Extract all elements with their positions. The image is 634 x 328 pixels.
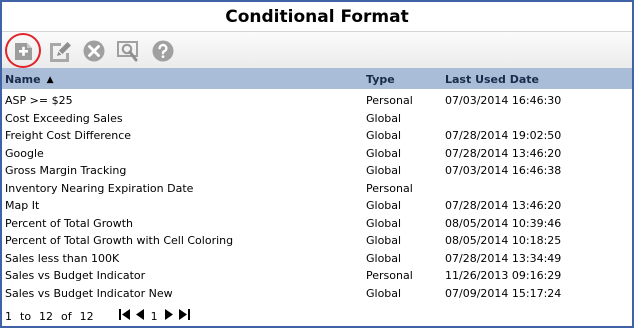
table-row[interactable]: Cost Exceeding Sales Global (2, 110, 632, 128)
table-body: ASP >= $25 Personal 07/03/2014 16:46:30 … (2, 92, 632, 302)
table-row[interactable]: Sales vs Budget Indicator New Global 07/… (2, 285, 632, 303)
table-row[interactable]: Percent of Total Growth with Cell Colori… (2, 232, 632, 250)
table-row[interactable]: Sales less than 100K Global 07/28/2014 1… (2, 250, 632, 268)
pagination: 1 to 12 of 12 1 (5, 308, 193, 324)
first-page-icon[interactable] (118, 309, 130, 323)
column-header-name[interactable]: Name ▲ (5, 73, 53, 86)
cell-name: Sales vs Budget Indicator (5, 269, 146, 282)
cell-name: Freight Cost Difference (5, 129, 132, 142)
window-title: Conditional Format (225, 7, 409, 27)
delete-button[interactable] (81, 38, 107, 64)
cell-type: Global (366, 251, 402, 265)
cell-name: ASP >= $25 (5, 94, 73, 107)
cell-name: Inventory Nearing Expiration Date (5, 181, 194, 195)
table-row[interactable]: Percent of Total Growth Global 08/05/201… (2, 215, 632, 233)
edit-button[interactable] (47, 38, 73, 64)
cell-last-used-date: 07/28/2014 19:02:50 (445, 129, 562, 142)
cell-type: Global (366, 146, 402, 160)
cell-type: Global (366, 111, 402, 125)
previous-page-icon[interactable] (135, 309, 144, 323)
cell-name: Gross Margin Tracking (5, 164, 127, 177)
cell-last-used-date: 07/28/2014 13:34:49 (445, 251, 562, 265)
cell-last-used-date: 07/09/2014 15:17:24 (445, 286, 562, 300)
next-page-icon[interactable] (164, 309, 173, 323)
cell-name: Google (5, 146, 44, 160)
current-page-number: 1 (150, 309, 158, 323)
add-button[interactable] (11, 38, 37, 64)
cell-last-used-date: 08/05/2014 10:18:25 (445, 234, 562, 247)
sort-ascending-icon: ▲ (46, 75, 54, 85)
table-row[interactable]: Google Global 07/28/2014 13:46:20 (2, 145, 632, 163)
pager-to: 12 (39, 309, 54, 323)
cell-name: Map It (5, 199, 40, 212)
cell-type: Personal (366, 94, 413, 107)
pager-of-label: of (61, 309, 72, 323)
cell-name: Sales less than 100K (5, 251, 120, 265)
cell-last-used-date: 07/28/2014 13:46:20 (445, 146, 562, 160)
help-icon (151, 39, 175, 63)
cell-name: Percent of Total Growth with Cell Colori… (5, 234, 234, 247)
cell-type: Global (366, 164, 402, 177)
table-row[interactable]: Map It Global 07/28/2014 13:46:20 (2, 197, 632, 215)
help-button[interactable] (150, 38, 176, 64)
search-icon (116, 39, 140, 63)
cell-name: Sales vs Budget Indicator New (5, 286, 173, 300)
table-row[interactable]: ASP >= $25 Personal 07/03/2014 16:46:30 (2, 92, 632, 110)
cell-type: Personal (366, 181, 413, 195)
column-header-name-label: Name (5, 73, 41, 86)
inspect-button[interactable] (115, 38, 141, 64)
cell-type: Global (366, 286, 402, 300)
table-row[interactable]: Freight Cost Difference Global 07/28/201… (2, 127, 632, 145)
cell-name: Percent of Total Growth (5, 216, 133, 230)
cell-type: Global (366, 234, 402, 247)
column-header-last-used-date[interactable]: Last Used Date (445, 73, 539, 86)
table-header: Name ▲ Type Last Used Date (2, 68, 632, 89)
conditional-format-window: Conditional Format Name ▲ Type Last Used… (0, 0, 634, 328)
cell-type: Global (366, 216, 402, 230)
toolbar (2, 31, 632, 68)
pager-total: 12 (79, 309, 94, 323)
table-row[interactable]: Inventory Nearing Expiration Date Person… (2, 180, 632, 198)
cell-last-used-date: 11/26/2013 09:16:29 (445, 269, 562, 282)
add-document-icon (12, 39, 36, 63)
cell-name: Cost Exceeding Sales (5, 111, 123, 125)
cell-last-used-date: 07/28/2014 13:46:20 (445, 199, 562, 212)
cell-last-used-date: 07/03/2014 16:46:30 (445, 94, 562, 107)
cell-last-used-date: 08/05/2014 10:39:46 (445, 216, 562, 230)
close-icon (82, 39, 106, 63)
cell-last-used-date: 07/03/2014 16:46:38 (445, 164, 562, 177)
table-row[interactable]: Sales vs Budget Indicator Personal 11/26… (2, 267, 632, 285)
table-row[interactable]: Gross Margin Tracking Global 07/03/2014 … (2, 162, 632, 180)
pager-to-label: to (20, 309, 32, 323)
cell-type: Global (366, 129, 402, 142)
last-page-icon[interactable] (178, 309, 190, 323)
pencil-icon (48, 39, 72, 63)
cell-type: Personal (366, 269, 413, 282)
column-header-type[interactable]: Type (366, 73, 395, 86)
cell-type: Global (366, 199, 402, 212)
pager-from: 1 (5, 309, 12, 323)
